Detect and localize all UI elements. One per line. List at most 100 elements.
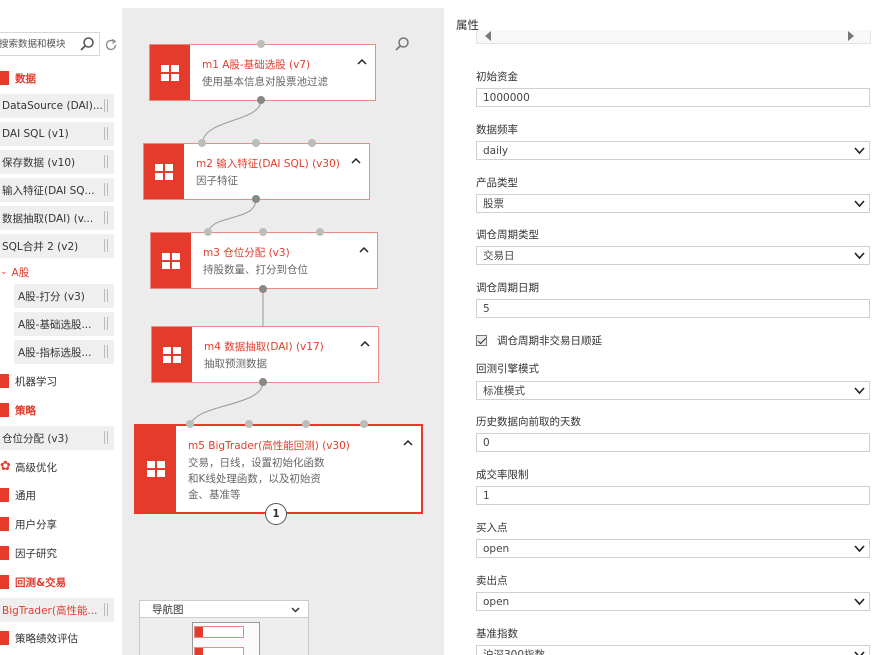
node-desc: 抽取预测数据 [204, 358, 267, 370]
category-perf-eval[interactable]: 策略绩效评估 [0, 626, 122, 650]
field-label-benchmark: 基准指数 [476, 628, 518, 640]
drag-handle-icon[interactable] [104, 289, 108, 302]
collapse-caret-icon[interactable] [403, 438, 413, 448]
module-item-input-features[interactable]: 输入特征(DAI SQ... [0, 178, 114, 202]
drag-handle-icon[interactable] [104, 603, 108, 616]
input-port[interactable] [245, 420, 253, 428]
category-user-share[interactable]: 用户分享 [0, 512, 122, 536]
rebalance-day-input[interactable]: 5 [476, 299, 870, 318]
fill-rate-input[interactable]: 1 [476, 486, 870, 505]
output-port[interactable] [259, 378, 267, 386]
output-count-badge[interactable]: 1 [265, 503, 287, 525]
navigator-header[interactable]: 导航图 [140, 601, 308, 618]
rebalance-defer-label: 调仓周期非交易日顺延 [497, 335, 602, 347]
scroll-left-icon[interactable] [485, 31, 491, 41]
collapse-caret-icon[interactable] [360, 339, 370, 349]
input-port[interactable] [204, 228, 212, 236]
chevron-down-icon [854, 147, 865, 155]
module-item-position-alloc[interactable]: 仓位分配 (v3) [0, 426, 114, 450]
workflow-canvas[interactable]: m1 A股-基础选股 (v7) 使用基本信息对股票池过滤 m2 输入特征(DAI… [122, 8, 444, 655]
node-m2-input-features[interactable]: m2 输入特征(DAI SQL) (v30) 因子特征 [143, 143, 370, 200]
drag-handle-icon[interactable] [104, 211, 108, 224]
select-value: 标准模式 [483, 385, 525, 397]
engine-mode-select[interactable]: 标准模式 [476, 381, 870, 400]
category-label: 策略 [15, 404, 36, 417]
node-m3-position-alloc[interactable]: m3 仓位分配 (v3) 持股数量、打分到仓位 [150, 232, 378, 289]
collapse-caret-icon[interactable] [359, 245, 369, 255]
node-m5-bigtrader[interactable]: m5 BigTrader(高性能回测) (v30) 交易，日线，设置初始化函数 … [134, 424, 423, 514]
product-type-select[interactable]: 股票 [476, 194, 870, 213]
module-item-a-basic-filter[interactable]: A股-基础选股... [14, 312, 114, 336]
category-backtest-trade[interactable]: 回测&交易 [0, 570, 122, 594]
drag-handle-icon[interactable] [104, 317, 108, 330]
drag-handle-icon[interactable] [104, 239, 108, 252]
category-advanced-opt[interactable]: ✿ 高级优化 [0, 455, 122, 479]
category-data[interactable]: 数据 [0, 66, 122, 90]
select-value: 股票 [483, 198, 504, 210]
scroll-right-icon[interactable] [848, 31, 854, 41]
output-port[interactable] [259, 285, 267, 293]
module-search-input[interactable] [0, 33, 75, 55]
output-port[interactable] [252, 195, 260, 203]
module-icon [150, 45, 190, 100]
module-item-save-data[interactable]: 保存数据 (v10) [0, 150, 114, 174]
navigator-panel[interactable]: 导航图 [139, 600, 309, 655]
collapse-caret-icon[interactable] [357, 57, 367, 67]
rebalance-defer-checkbox[interactable] [476, 335, 487, 346]
initial-capital-input[interactable]: 1000000 [476, 88, 870, 107]
rebalance-defer-row[interactable]: 调仓周期非交易日顺延 [476, 333, 602, 348]
output-port[interactable] [257, 96, 265, 104]
module-item-data-extract[interactable]: 数据抽取(DAI) (v... [0, 206, 114, 230]
input-port[interactable] [360, 420, 368, 428]
drag-handle-icon[interactable] [104, 155, 108, 168]
buy-point-select[interactable]: open [476, 539, 870, 558]
search-icon[interactable] [79, 36, 95, 52]
select-value: open [483, 595, 510, 608]
node-desc: 因子特征 [196, 175, 238, 187]
drag-handle-icon[interactable] [104, 183, 108, 196]
input-port[interactable] [259, 228, 267, 236]
drag-handle-icon[interactable] [104, 345, 108, 358]
history-days-input[interactable]: 0 [476, 433, 870, 452]
chevron-down-icon[interactable] [291, 605, 300, 614]
module-item-bigtrader[interactable]: BigTrader(高性能... [0, 598, 114, 622]
category-general[interactable]: 通用 [0, 483, 122, 507]
drag-handle-icon[interactable] [104, 431, 108, 444]
module-label: BigTrader(高性能... [2, 604, 98, 617]
node-m4-data-extract[interactable]: m4 数据抽取(DAI) (v17) 抽取预测数据 [151, 326, 379, 383]
rebalance-type-select[interactable]: 交易日 [476, 246, 870, 265]
input-port[interactable] [252, 139, 260, 147]
input-port[interactable] [302, 420, 310, 428]
benchmark-select[interactable]: 沪深300指数 [476, 645, 870, 655]
collapse-caret-icon[interactable] [351, 156, 361, 166]
module-label: A股-指标选股... [18, 346, 92, 359]
node-desc: 交易，日线，设置初始化函数 和K线处理函数，以及初始资 金、基准等 [188, 455, 413, 503]
category-strategy[interactable]: 策略 [0, 398, 122, 422]
drag-handle-icon[interactable] [104, 99, 108, 112]
module-item-sql-merge[interactable]: SQL合并 2 (v2) [0, 234, 114, 258]
subcategory-a-share[interactable]: ⌄ A股 [0, 261, 29, 283]
wire-m2-m3 [207, 198, 257, 236]
horizontal-scrollbar[interactable] [476, 30, 871, 44]
category-factor-research[interactable]: 因子研究 [0, 541, 122, 565]
refresh-icon[interactable] [104, 38, 118, 52]
node-m1-basic-filter[interactable]: m1 A股-基础选股 (v7) 使用基本信息对股票池过滤 [149, 44, 376, 101]
data-frequency-select[interactable]: daily [476, 141, 870, 160]
drag-handle-icon[interactable] [104, 127, 108, 140]
input-port[interactable] [186, 420, 194, 428]
input-port[interactable] [316, 228, 324, 236]
module-item-datasource[interactable]: DataSource (DAI)... [0, 94, 114, 118]
module-item-a-score[interactable]: A股-打分 (v3) [14, 284, 114, 308]
input-port[interactable] [198, 139, 206, 147]
input-port[interactable] [308, 139, 316, 147]
canvas-search-icon[interactable] [394, 36, 410, 52]
input-port[interactable] [257, 40, 265, 48]
module-item-a-indicator-filter[interactable]: A股-指标选股... [14, 340, 114, 364]
category-label: 回测&交易 [15, 576, 67, 589]
module-item-dai-sql[interactable]: DAI SQL (v1) [0, 122, 114, 146]
category-machine-learning[interactable]: 机器学习 [0, 369, 122, 393]
chevron-down-icon [854, 387, 865, 395]
navigator-minimap[interactable] [140, 618, 308, 655]
sell-point-select[interactable]: open [476, 592, 870, 611]
module-search-box[interactable] [0, 32, 100, 56]
